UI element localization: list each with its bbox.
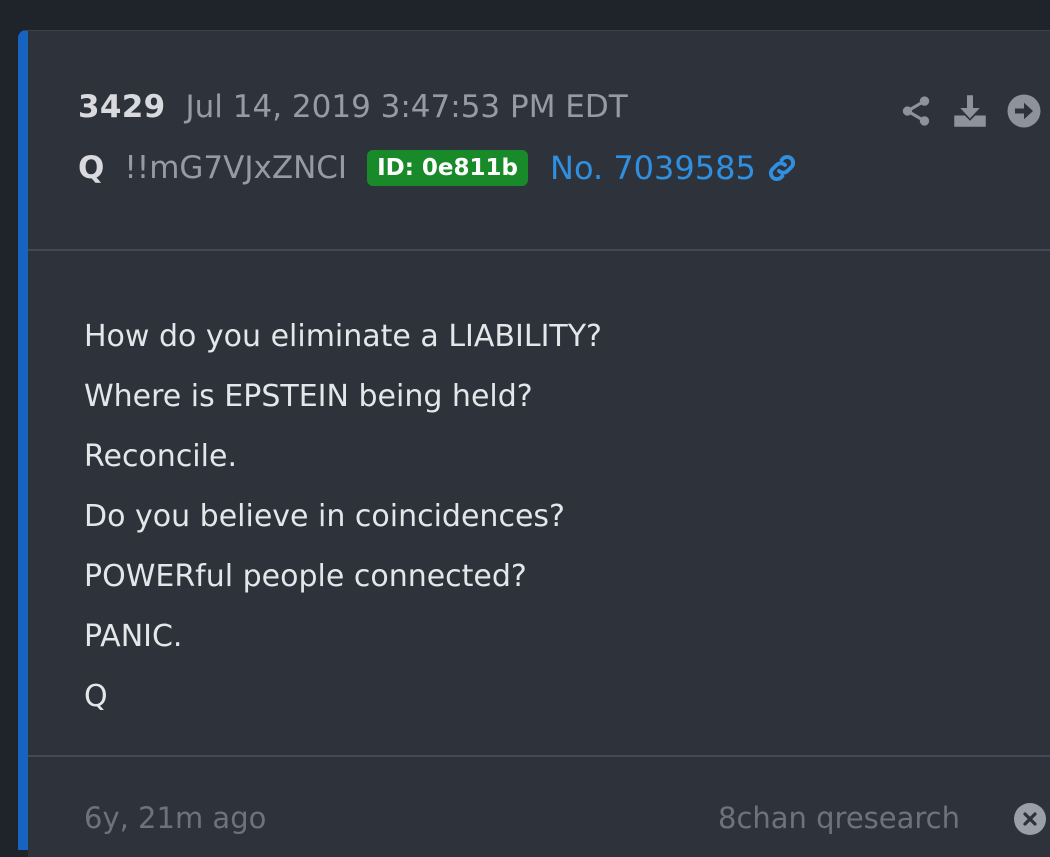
post-body-line: Q xyxy=(84,679,108,714)
link-icon[interactable] xyxy=(764,150,800,186)
post-actions xyxy=(898,91,1050,131)
id-badge: ID: 0e811b xyxy=(367,150,529,186)
post-card: 3429 Jul 14, 2019 3:47:53 PM EDT Q !!mG7… xyxy=(18,30,1050,857)
post-body-line: Where is EPSTEIN being held? xyxy=(84,379,533,414)
post-author-row: Q !!mG7VJxZNCI ID: 0e811b No. 7039585 xyxy=(78,149,800,187)
post-body: How do you eliminate a LIABILITY? Where … xyxy=(84,307,602,727)
post-meta-row: 3429 Jul 14, 2019 3:47:53 PM EDT xyxy=(78,89,628,125)
post-header: 3429 Jul 14, 2019 3:47:53 PM EDT Q !!mG7… xyxy=(28,31,1050,251)
post-body-line: How do you eliminate a LIABILITY? xyxy=(84,319,602,354)
post-link-label[interactable]: No. 7039585 xyxy=(550,149,756,187)
post-body-line: POWERful people connected? xyxy=(84,559,527,594)
post-body-line: Do you believe in coincidences? xyxy=(84,499,565,534)
post-body-line: Reconcile. xyxy=(84,439,237,474)
post-timestamp: Jul 14, 2019 3:47:53 PM EDT xyxy=(185,89,628,125)
post-source[interactable]: 8chan qresearch xyxy=(718,801,960,835)
share-icon[interactable] xyxy=(898,91,934,131)
post-link[interactable]: No. 7039585 xyxy=(550,149,800,187)
arrow-right-circle-icon[interactable] xyxy=(1006,91,1042,131)
close-circle-icon[interactable] xyxy=(1014,803,1046,835)
post-author: Q xyxy=(78,150,105,186)
post-time-ago: 6y, 21m ago xyxy=(84,801,267,835)
post-number: 3429 xyxy=(78,89,166,125)
post-tripcode: !!mG7VJxZNCI xyxy=(124,150,348,186)
download-icon[interactable] xyxy=(952,91,988,131)
post-footer: 6y, 21m ago 8chan qresearch xyxy=(28,757,1050,857)
post-body-line: PANIC. xyxy=(84,619,183,654)
